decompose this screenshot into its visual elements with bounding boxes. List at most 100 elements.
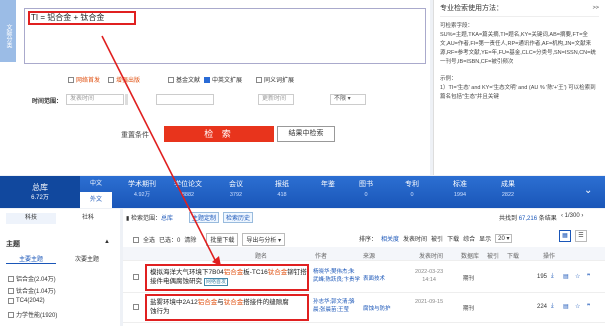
search-history-tag[interactable]: 检索历史 <box>223 212 254 223</box>
result-title[interactable]: 模拟海洋大气环境下7B04铝合金板-TC16钛合金铆钉搭接件电偶腐蚀研究 网络首发 <box>150 268 308 286</box>
title-segment: 铝合金 <box>223 269 244 276</box>
filter-checkbox[interactable] <box>8 298 14 304</box>
filter-checkbox[interactable] <box>8 275 14 282</box>
topic-filter-item[interactable]: 钛合金(1.04万) <box>8 286 56 295</box>
clear-button[interactable]: 清除 <box>184 235 196 244</box>
read-icon[interactable]: ▤ <box>563 273 569 280</box>
nav-item-label: 年鉴 <box>321 181 335 188</box>
end-date-input[interactable] <box>156 94 214 105</box>
batch-download-button[interactable]: 批量下载 <box>206 233 239 246</box>
favorite-icon[interactable]: ☆ <box>575 273 580 280</box>
nav-item-count: 418 <box>277 192 287 198</box>
chevron-down-icon[interactable]: ⌄ <box>584 185 592 196</box>
title-segment: 板-TC16 <box>243 269 268 276</box>
selected-count: 已选：0 <box>159 238 181 244</box>
sort-composite[interactable]: 综合 <box>463 234 475 243</box>
row-checkbox[interactable] <box>133 304 139 310</box>
option-checkbox[interactable] <box>204 76 210 83</box>
result-authors[interactable]: 杨晓华;樊伟杰;朱 武峰;陈跃良;卞贵学 <box>313 268 360 284</box>
side-tab[interactable]: 文献分类 <box>0 0 16 62</box>
tab-social[interactable]: 社科 <box>62 213 114 224</box>
search-option[interactable]: 中英文扩展 <box>204 75 242 84</box>
option-checkbox[interactable] <box>68 76 74 83</box>
sort-downloads[interactable]: 下载 <box>447 234 459 243</box>
option-checkbox[interactable] <box>168 76 174 83</box>
nav-item[interactable]: 年鉴 <box>308 180 348 190</box>
quote-icon[interactable]: ❞ <box>587 303 590 310</box>
favorite-icon[interactable]: ☆ <box>575 303 580 310</box>
tab-foreign[interactable]: 外文 <box>80 192 112 208</box>
option-checkbox[interactable] <box>256 76 262 83</box>
total-db-tab[interactable]: 总库 6.72万 <box>0 176 80 208</box>
nav-item[interactable]: 会议 3792 <box>216 180 256 200</box>
scope-value[interactable]: 总库 <box>161 216 173 222</box>
update-time-select[interactable]: 不限 ▾ <box>330 94 366 105</box>
found-prefix: 共找到 <box>499 216 518 222</box>
read-icon[interactable]: ▤ <box>563 303 569 310</box>
result-source[interactable]: 表面技术 <box>363 274 385 282</box>
search-button[interactable]: 检 索 <box>164 126 274 142</box>
topic-custom-tag[interactable]: 主题定制 <box>189 212 220 223</box>
nav-item[interactable]: 标准 1994 <box>440 180 480 200</box>
filter-checkbox[interactable] <box>8 287 14 294</box>
nav-item-label: 图书 <box>359 181 373 188</box>
topic-group-title: 主题 <box>6 241 20 248</box>
topic-filter-item[interactable]: 铝合金(2.04万) <box>8 274 56 283</box>
option-checkbox[interactable] <box>108 76 114 83</box>
download-icon[interactable]: ⤓ <box>551 303 554 310</box>
download-icon[interactable]: ⤓ <box>551 273 554 280</box>
result-title[interactable]: 盐雾环境中2A12铝合金与钛合金搭接件的缝隙腐 蚀行为 <box>150 298 308 316</box>
topic-filter-item[interactable]: TC4(2042) <box>8 298 45 304</box>
grid-view-icon[interactable]: ▦ <box>559 230 571 242</box>
update-time-value: 不限 <box>334 96 347 102</box>
nav-item-count: 2822 <box>501 192 515 198</box>
title-segment: 钛合金 <box>223 299 244 306</box>
collapse-icon[interactable]: ▲ <box>104 239 110 245</box>
reset-button[interactable]: 重置条件 <box>121 130 149 140</box>
result-downloads[interactable]: 224 <box>537 304 547 310</box>
nav-item[interactable]: 图书 0 <box>346 180 386 200</box>
tab-main-topic[interactable]: 主要主题 <box>6 254 56 264</box>
help-more-link[interactable]: >> <box>593 4 599 13</box>
result-authors[interactable]: 孙志华;郭文清;骆 晨;张晨苗;王莹 <box>313 298 355 314</box>
nav-item[interactable]: 专利 0 <box>392 180 432 200</box>
export-analysis-button[interactable]: 导出与分析 ▾ <box>242 233 286 246</box>
nav-item-label: 标准 <box>453 181 467 188</box>
search-in-results-button[interactable]: 结果中检索 <box>277 126 335 142</box>
nav-item[interactable]: 报纸 418 <box>262 180 302 200</box>
search-option[interactable]: 同义词扩展 <box>256 75 294 84</box>
first-online-badge: 网络首发 <box>204 278 229 286</box>
option-label: 增强出版 <box>116 78 141 84</box>
nav-item[interactable]: 学位论文 8882 <box>168 180 208 200</box>
quote-icon[interactable]: ❞ <box>587 273 590 280</box>
filter-checkbox[interactable] <box>8 311 14 318</box>
sort-date[interactable]: 发表时间 <box>403 234 427 243</box>
title-segment: 钛合金 <box>267 269 288 276</box>
result-downloads[interactable]: 195 <box>537 274 547 280</box>
select-all-checkbox[interactable] <box>133 236 139 243</box>
show-label: 显示 <box>479 237 492 243</box>
query-input[interactable]: TI = 铝合金 + 钛合金 <box>24 8 426 64</box>
list-view-icon[interactable]: ☰ <box>575 230 587 242</box>
sort-relevance[interactable]: 相关度 <box>381 234 399 243</box>
result-source[interactable]: 腐蚀与防护 <box>363 304 391 312</box>
sort-citations[interactable]: 被引 <box>431 234 443 243</box>
tab-secondary-topic[interactable]: 次要主题 <box>62 254 112 263</box>
nav-item[interactable]: 成果 2822 <box>488 180 528 200</box>
nav-item-count: 3792 <box>229 192 243 198</box>
start-date-input[interactable]: 发表时间 <box>66 94 124 105</box>
nav-item[interactable]: 学术期刊 4.92万 <box>122 180 162 200</box>
option-label: 中英文扩展 <box>212 78 243 84</box>
scope-prefix: 检索范围： <box>130 216 161 222</box>
tab-chinese[interactable]: 中文 <box>80 176 112 192</box>
search-option[interactable]: 网络首发 <box>68 75 100 84</box>
page-size-select[interactable]: 20 ▾ <box>495 234 513 243</box>
row-checkbox[interactable] <box>133 274 139 280</box>
nav-item-label: 报纸 <box>275 181 289 188</box>
topic-filter-item[interactable]: 力学性能(1920) <box>8 310 57 319</box>
pager[interactable]: ‹ 1/300 › <box>561 213 583 219</box>
tab-science[interactable]: 科技 <box>6 213 56 224</box>
result-date: 2021-09-15 <box>415 299 444 305</box>
search-option[interactable]: 基金文献 <box>168 75 200 84</box>
search-option[interactable]: 增强出版 <box>108 75 140 84</box>
